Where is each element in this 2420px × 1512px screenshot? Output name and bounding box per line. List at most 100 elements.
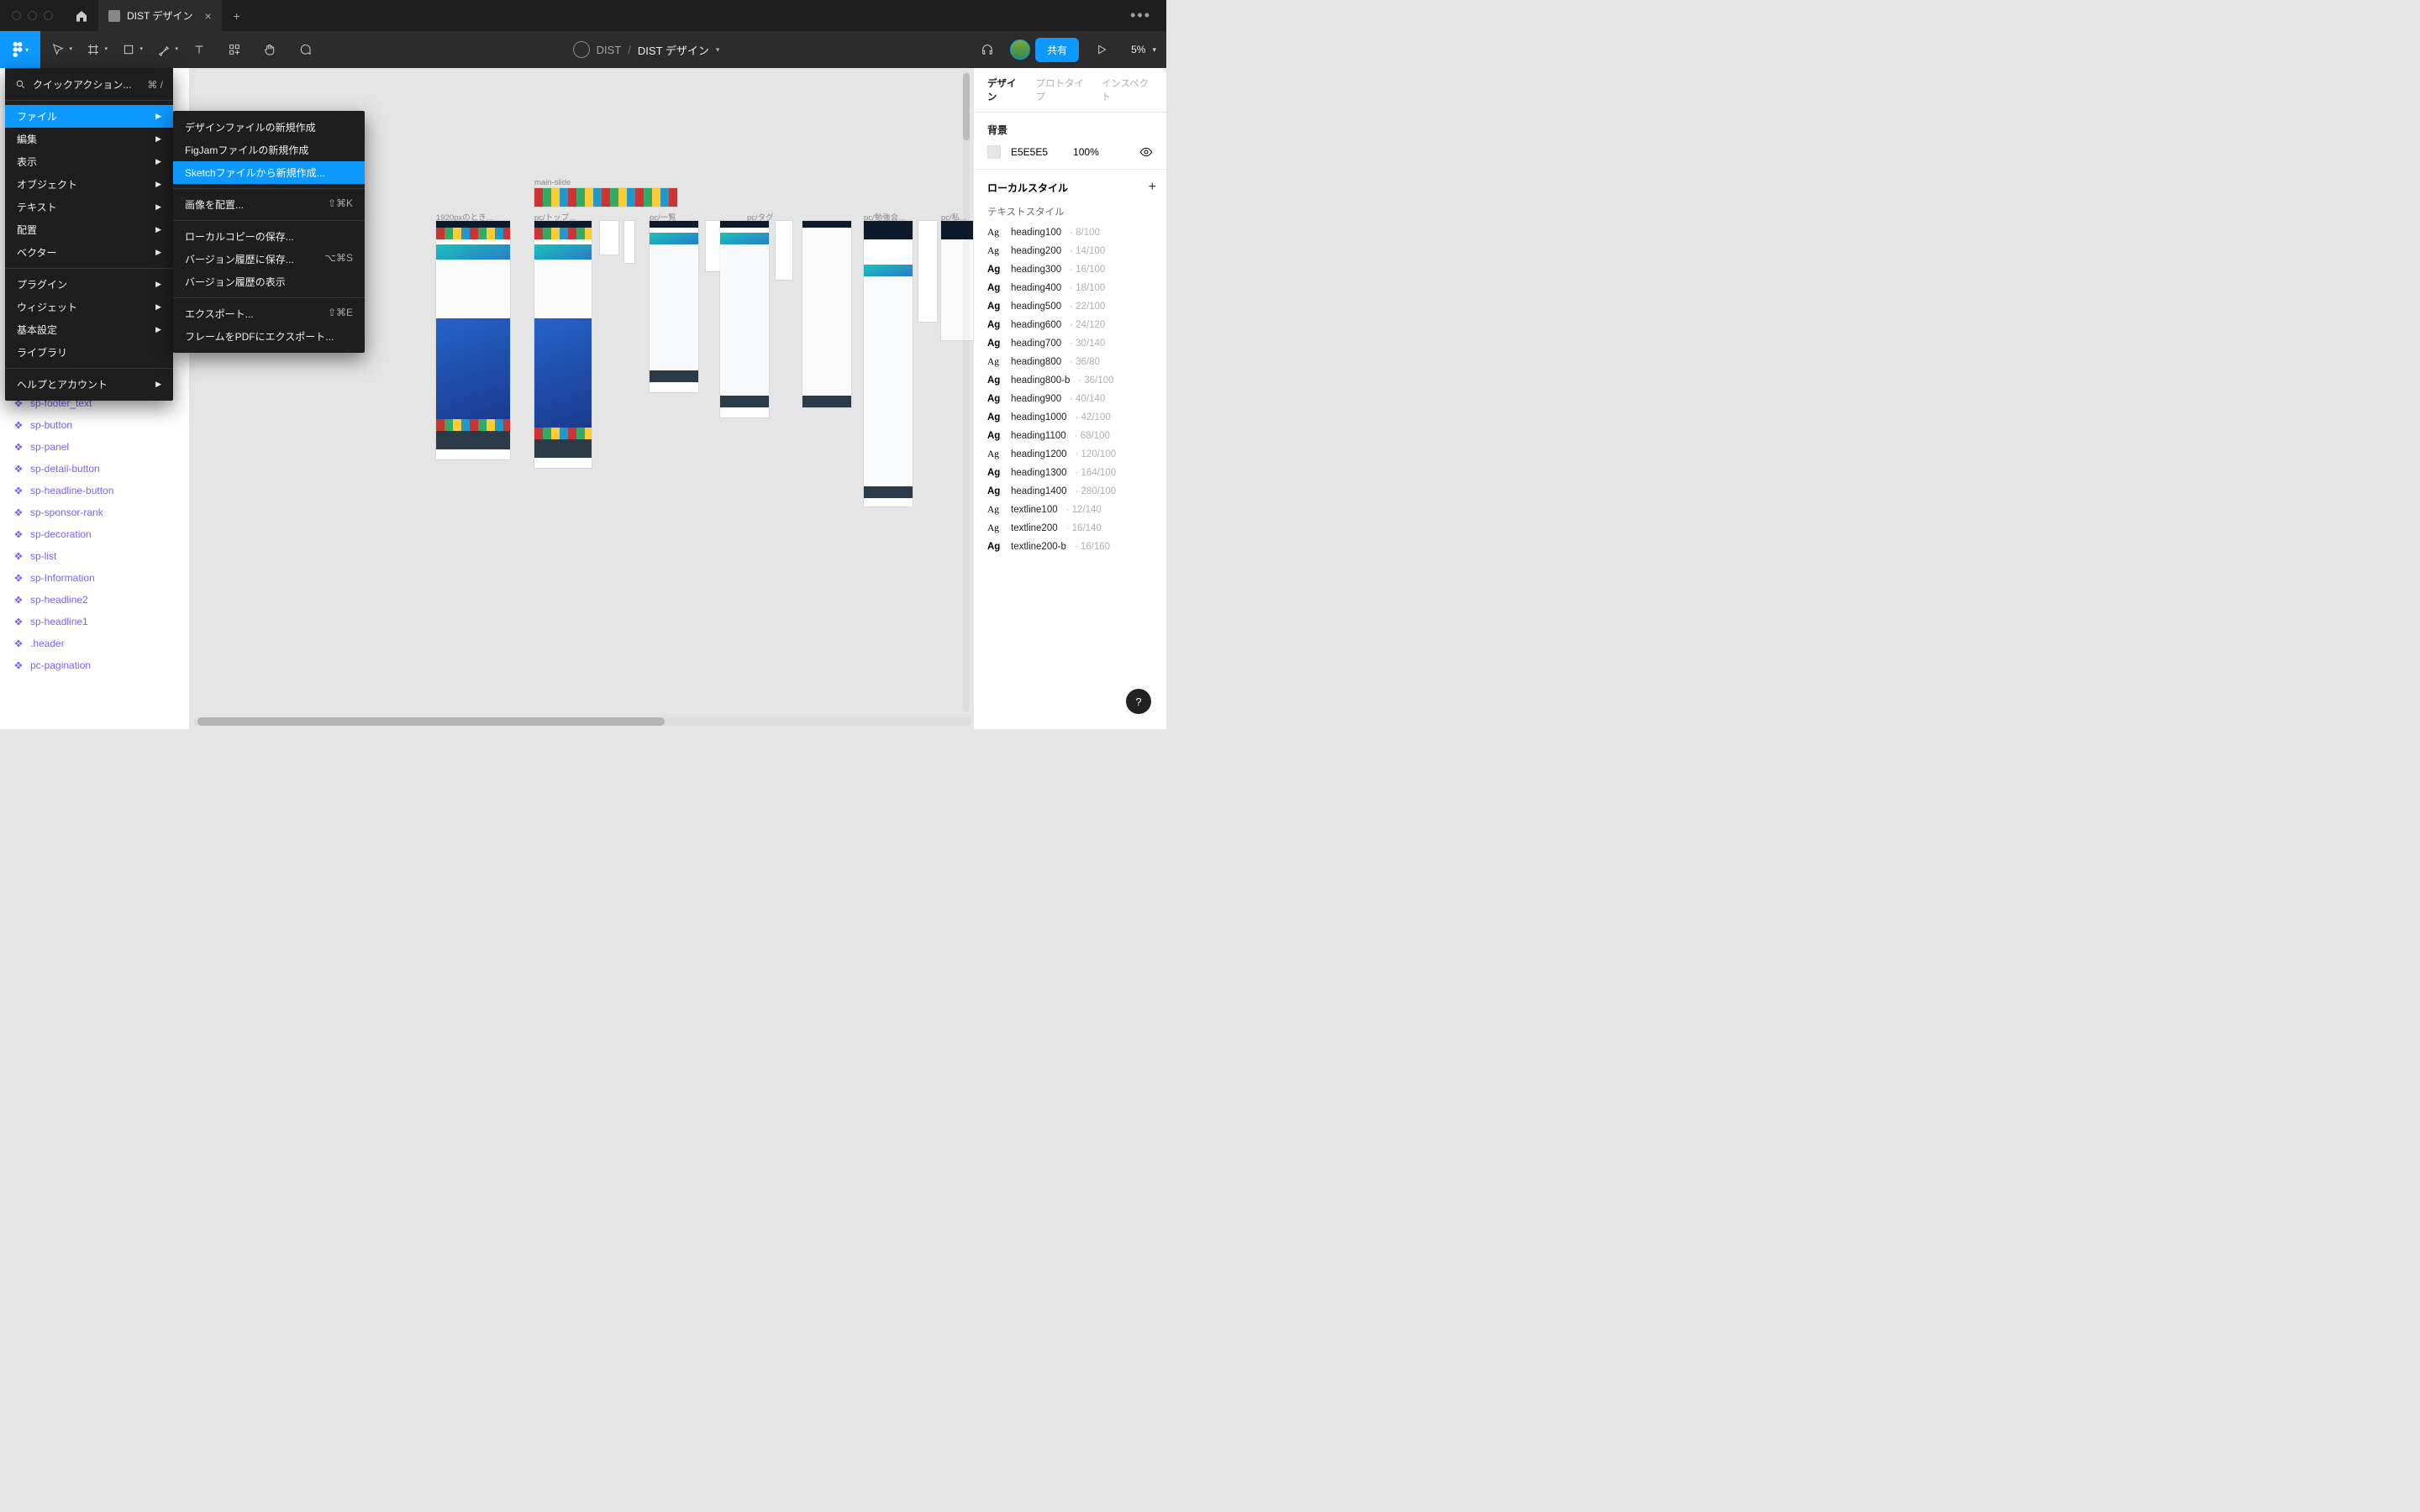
window-menu-icon[interactable]: ••• — [1115, 7, 1166, 24]
text-style-row[interactable]: Agheading200 · 14/100 — [974, 242, 1166, 260]
comment-tool[interactable] — [287, 31, 323, 68]
team-link[interactable]: DIST — [573, 41, 622, 58]
text-style-row[interactable]: Agheading600 · 24/120 — [974, 316, 1166, 334]
frame-pc-list[interactable] — [650, 221, 698, 392]
tab-inspect[interactable]: インスペクト — [1102, 76, 1153, 103]
submenu-item[interactable]: デザインファイルの新規作成 — [173, 116, 365, 139]
menu-item[interactable]: ファイル▶ — [5, 105, 173, 128]
text-style-row[interactable]: Agheading400 · 18/100 — [974, 279, 1166, 297]
layer-row[interactable]: sp-panel — [0, 436, 189, 458]
main-menu-button[interactable]: ▾ — [0, 31, 40, 68]
menu-item[interactable]: 配置▶ — [5, 218, 173, 241]
scrollbar-thumb[interactable] — [197, 717, 665, 726]
text-style-row[interactable]: Agheading900 · 40/140 — [974, 390, 1166, 408]
text-style-row[interactable]: Agheading1400 · 280/100 — [974, 482, 1166, 501]
layer-row[interactable]: sp-sponsor-rank — [0, 501, 189, 523]
text-style-row[interactable]: Agheading300 · 16/100 — [974, 260, 1166, 279]
vertical-scrollbar[interactable] — [963, 71, 970, 712]
submenu-item[interactable]: 画像を配置...⇧⌘K — [173, 193, 365, 216]
close-tab-icon[interactable]: × — [204, 9, 211, 23]
chevron-down-icon[interactable]: ▾ — [1152, 45, 1156, 55]
text-style-row[interactable]: Agheading800-b · 36/100 — [974, 371, 1166, 390]
text-style-row[interactable]: Agheading1300 · 164/100 — [974, 464, 1166, 482]
frame-aux-1[interactable] — [600, 221, 618, 255]
menu-quick-actions[interactable]: クイックアクション... ⌘ / — [5, 73, 173, 96]
frame-pc-top[interactable] — [534, 221, 592, 468]
zoom-level[interactable]: 5% — [1131, 44, 1145, 55]
present-button[interactable] — [1084, 31, 1119, 68]
menu-item[interactable]: ウィジェット▶ — [5, 296, 173, 318]
frame-aux-5[interactable] — [802, 221, 851, 407]
menu-item[interactable]: ライブラリ — [5, 341, 173, 364]
resources-tool[interactable] — [217, 31, 252, 68]
frame-main-slide[interactable] — [534, 188, 677, 207]
eye-icon[interactable] — [1139, 145, 1153, 159]
text-style-row[interactable]: Agtextline100 · 12/140 — [974, 501, 1166, 519]
minimize-window-icon[interactable] — [28, 11, 37, 20]
frame-pc-study[interactable] — [864, 221, 913, 507]
menu-item[interactable]: 基本設定▶ — [5, 318, 173, 341]
menu-item-help[interactable]: ヘルプとアカウント ▶ — [5, 373, 173, 396]
home-button[interactable] — [65, 0, 98, 31]
document-tab[interactable]: DIST デザイン × — [98, 0, 222, 31]
layer-row[interactable]: sp-headline2 — [0, 589, 189, 611]
text-tool[interactable] — [182, 31, 217, 68]
file-name[interactable]: DIST デザイン — [638, 42, 709, 58]
text-style-row[interactable]: Agtextline200-b · 16/160 — [974, 538, 1166, 556]
user-avatar[interactable] — [1010, 39, 1030, 60]
layer-row[interactable]: sp-detail-button — [0, 458, 189, 480]
frame-label[interactable]: main-slide — [534, 178, 571, 187]
new-tab-button[interactable]: + — [222, 9, 252, 23]
text-style-row[interactable]: Agheading1200 · 120/100 — [974, 445, 1166, 464]
menu-item[interactable]: オブジェクト▶ — [5, 173, 173, 196]
submenu-item[interactable]: エクスポート...⇧⌘E — [173, 302, 365, 325]
text-style-row[interactable]: Agheading700 · 30/140 — [974, 334, 1166, 353]
submenu-item[interactable]: Sketchファイルから新規作成... — [173, 161, 365, 184]
bg-color-swatch[interactable] — [987, 145, 1001, 159]
layer-row[interactable]: sp-list — [0, 545, 189, 567]
shape-tool[interactable]: ▾ — [111, 31, 146, 68]
layer-row[interactable]: pc-pagination — [0, 654, 189, 676]
submenu-item[interactable]: バージョン履歴の表示 — [173, 270, 365, 293]
text-style-row[interactable]: Agheading1100 · 68/100 — [974, 427, 1166, 445]
bg-hex-value[interactable]: E5E5E5 — [1011, 146, 1048, 158]
text-style-row[interactable]: Agtextline200 · 16/140 — [974, 519, 1166, 538]
tab-prototype[interactable]: プロトタイプ — [1035, 76, 1087, 103]
submenu-item[interactable]: バージョン履歴に保存...⌥⌘S — [173, 248, 365, 270]
menu-item[interactable]: 表示▶ — [5, 150, 173, 173]
layer-row[interactable]: sp-button — [0, 414, 189, 436]
add-style-button[interactable]: + — [1149, 180, 1156, 195]
text-style-row[interactable]: Agheading500 · 22/100 — [974, 297, 1166, 316]
text-style-row[interactable]: Agheading100 · 8/100 — [974, 223, 1166, 242]
layer-row[interactable]: sp-headline-button — [0, 480, 189, 501]
text-style-row[interactable]: Agheading800 · 36/80 — [974, 353, 1166, 371]
submenu-item[interactable]: ローカルコピーの保存... — [173, 225, 365, 248]
pen-tool[interactable]: ▾ — [146, 31, 182, 68]
text-style-row[interactable]: Agheading1000 · 42/100 — [974, 408, 1166, 427]
audio-button[interactable] — [970, 31, 1005, 68]
frame-tool[interactable]: ▾ — [76, 31, 111, 68]
help-button[interactable]: ? — [1126, 689, 1151, 714]
move-tool[interactable]: ▾ — [40, 31, 76, 68]
frame-aux-2[interactable] — [624, 221, 634, 263]
layer-row[interactable]: .header — [0, 633, 189, 654]
frame-pc-tag[interactable] — [720, 221, 769, 417]
bg-opacity-value[interactable]: 100% — [1073, 146, 1099, 158]
hand-tool[interactable] — [252, 31, 287, 68]
share-button[interactable]: 共有 — [1035, 38, 1079, 62]
close-window-icon[interactable] — [12, 11, 21, 20]
frame-aux-4[interactable] — [776, 221, 792, 280]
tab-design[interactable]: デザイン — [987, 76, 1022, 103]
scrollbar-thumb[interactable] — [963, 73, 970, 140]
layer-row[interactable]: sp-Information — [0, 567, 189, 589]
zoom-window-icon[interactable] — [44, 11, 53, 20]
horizontal-scrollbar[interactable] — [193, 717, 971, 726]
layer-row[interactable]: sp-headline1 — [0, 611, 189, 633]
frame-1920px[interactable] — [436, 221, 510, 459]
frame-aux-6[interactable] — [918, 221, 937, 322]
menu-item[interactable]: プラグイン▶ — [5, 273, 173, 296]
menu-item[interactable]: 編集▶ — [5, 128, 173, 150]
frame-pc-about[interactable] — [941, 221, 975, 340]
menu-item[interactable]: テキスト▶ — [5, 196, 173, 218]
layer-row[interactable]: sp-decoration — [0, 523, 189, 545]
